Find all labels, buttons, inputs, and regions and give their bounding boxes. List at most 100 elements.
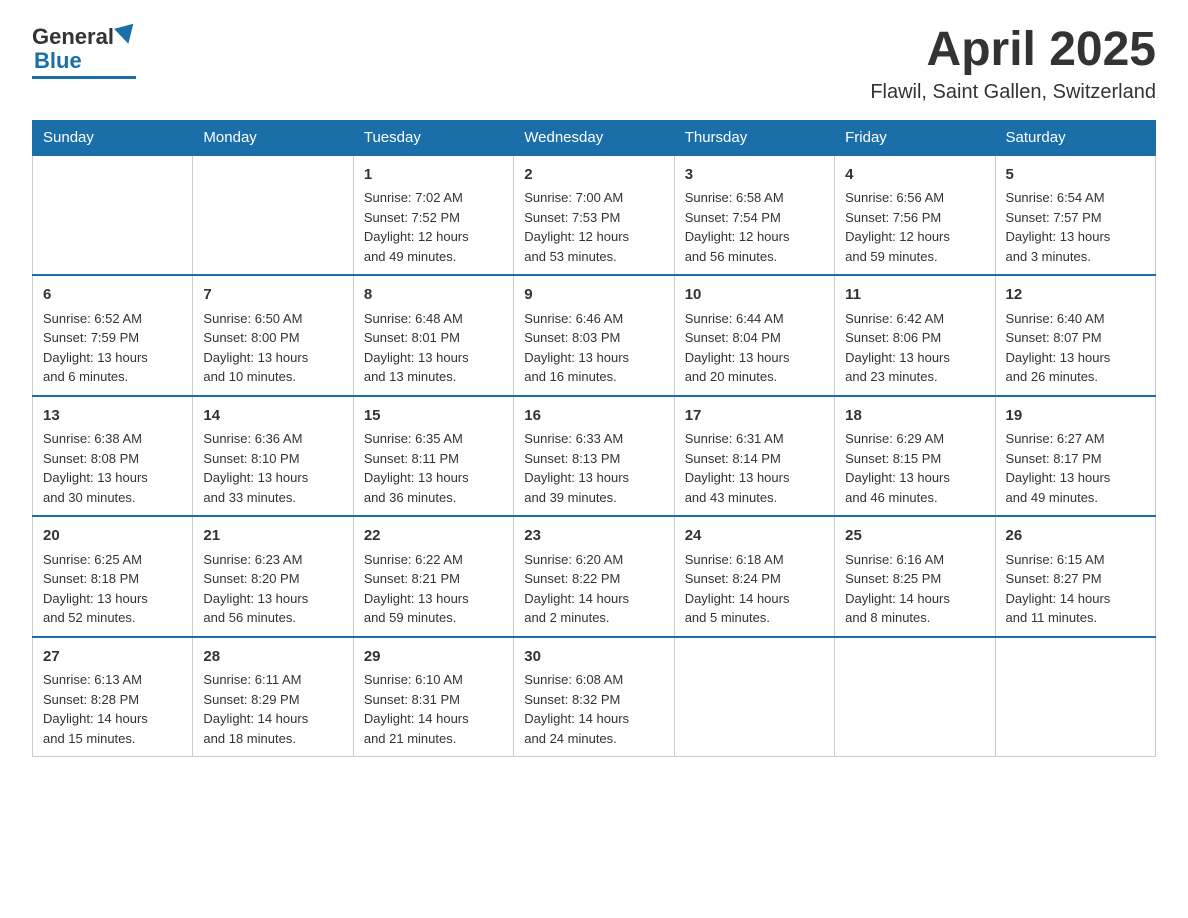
day-info: Sunrise: 6:15 AM Sunset: 8:27 PM Dayligh… [1006,550,1145,628]
logo: General Blue [32,24,136,79]
calendar-week-row: 1Sunrise: 7:02 AM Sunset: 7:52 PM Daylig… [33,155,1156,276]
day-number: 19 [1006,405,1145,428]
day-number: 6 [43,284,182,307]
day-number: 18 [845,405,984,428]
logo-triangle-icon [114,24,138,47]
day-info: Sunrise: 6:18 AM Sunset: 8:24 PM Dayligh… [685,550,824,628]
calendar-cell: 2Sunrise: 7:00 AM Sunset: 7:53 PM Daylig… [514,155,674,276]
day-number: 2 [524,164,663,187]
day-number: 3 [685,164,824,187]
calendar-cell: 8Sunrise: 6:48 AM Sunset: 8:01 PM Daylig… [353,275,513,396]
calendar-table: SundayMondayTuesdayWednesdayThursdayFrid… [32,120,1156,758]
calendar-week-row: 13Sunrise: 6:38 AM Sunset: 8:08 PM Dayli… [33,396,1156,517]
day-info: Sunrise: 6:38 AM Sunset: 8:08 PM Dayligh… [43,429,182,507]
calendar-cell: 17Sunrise: 6:31 AM Sunset: 8:14 PM Dayli… [674,396,834,517]
calendar-cell: 26Sunrise: 6:15 AM Sunset: 8:27 PM Dayli… [995,516,1155,637]
calendar-cell: 13Sunrise: 6:38 AM Sunset: 8:08 PM Dayli… [33,396,193,517]
day-info: Sunrise: 6:27 AM Sunset: 8:17 PM Dayligh… [1006,429,1145,507]
calendar-cell: 15Sunrise: 6:35 AM Sunset: 8:11 PM Dayli… [353,396,513,517]
calendar-cell: 29Sunrise: 6:10 AM Sunset: 8:31 PM Dayli… [353,637,513,757]
day-info: Sunrise: 6:16 AM Sunset: 8:25 PM Dayligh… [845,550,984,628]
calendar-cell: 30Sunrise: 6:08 AM Sunset: 8:32 PM Dayli… [514,637,674,757]
day-info: Sunrise: 7:02 AM Sunset: 7:52 PM Dayligh… [364,188,503,266]
calendar-cell [193,155,353,276]
day-number: 1 [364,164,503,187]
day-number: 17 [685,405,824,428]
calendar-cell [33,155,193,276]
calendar-cell: 24Sunrise: 6:18 AM Sunset: 8:24 PM Dayli… [674,516,834,637]
day-number: 21 [203,525,342,548]
calendar-cell: 20Sunrise: 6:25 AM Sunset: 8:18 PM Dayli… [33,516,193,637]
day-number: 23 [524,525,663,548]
day-info: Sunrise: 6:13 AM Sunset: 8:28 PM Dayligh… [43,670,182,748]
calendar-cell [674,637,834,757]
day-number: 20 [43,525,182,548]
day-info: Sunrise: 6:52 AM Sunset: 7:59 PM Dayligh… [43,309,182,387]
day-info: Sunrise: 6:23 AM Sunset: 8:20 PM Dayligh… [203,550,342,628]
day-info: Sunrise: 7:00 AM Sunset: 7:53 PM Dayligh… [524,188,663,266]
day-info: Sunrise: 6:31 AM Sunset: 8:14 PM Dayligh… [685,429,824,507]
calendar-cell: 16Sunrise: 6:33 AM Sunset: 8:13 PM Dayli… [514,396,674,517]
weekday-header-tuesday: Tuesday [353,120,513,155]
day-info: Sunrise: 6:20 AM Sunset: 8:22 PM Dayligh… [524,550,663,628]
calendar-cell: 14Sunrise: 6:36 AM Sunset: 8:10 PM Dayli… [193,396,353,517]
logo-underline [32,76,136,79]
calendar-cell: 5Sunrise: 6:54 AM Sunset: 7:57 PM Daylig… [995,155,1155,276]
calendar-cell: 9Sunrise: 6:46 AM Sunset: 8:03 PM Daylig… [514,275,674,396]
calendar-cell: 25Sunrise: 6:16 AM Sunset: 8:25 PM Dayli… [835,516,995,637]
day-number: 22 [364,525,503,548]
weekday-header-wednesday: Wednesday [514,120,674,155]
weekday-header-friday: Friday [835,120,995,155]
calendar-cell: 10Sunrise: 6:44 AM Sunset: 8:04 PM Dayli… [674,275,834,396]
day-info: Sunrise: 6:42 AM Sunset: 8:06 PM Dayligh… [845,309,984,387]
day-number: 7 [203,284,342,307]
weekday-header-sunday: Sunday [33,120,193,155]
day-number: 4 [845,164,984,187]
calendar-cell: 18Sunrise: 6:29 AM Sunset: 8:15 PM Dayli… [835,396,995,517]
day-info: Sunrise: 6:46 AM Sunset: 8:03 PM Dayligh… [524,309,663,387]
calendar-cell: 4Sunrise: 6:56 AM Sunset: 7:56 PM Daylig… [835,155,995,276]
calendar-cell: 12Sunrise: 6:40 AM Sunset: 8:07 PM Dayli… [995,275,1155,396]
logo-blue-text: Blue [34,48,82,74]
page-header: General Blue April 2025 Flawil, Saint Ga… [32,24,1156,104]
day-number: 26 [1006,525,1145,548]
day-number: 25 [845,525,984,548]
day-info: Sunrise: 6:48 AM Sunset: 8:01 PM Dayligh… [364,309,503,387]
day-info: Sunrise: 6:50 AM Sunset: 8:00 PM Dayligh… [203,309,342,387]
location-title: Flawil, Saint Gallen, Switzerland [870,81,1156,104]
logo-general-text: General [32,24,114,50]
day-info: Sunrise: 6:35 AM Sunset: 8:11 PM Dayligh… [364,429,503,507]
day-info: Sunrise: 6:58 AM Sunset: 7:54 PM Dayligh… [685,188,824,266]
day-number: 16 [524,405,663,428]
calendar-cell: 28Sunrise: 6:11 AM Sunset: 8:29 PM Dayli… [193,637,353,757]
calendar-cell: 27Sunrise: 6:13 AM Sunset: 8:28 PM Dayli… [33,637,193,757]
day-number: 24 [685,525,824,548]
day-number: 30 [524,646,663,669]
weekday-header-row: SundayMondayTuesdayWednesdayThursdayFrid… [33,120,1156,155]
day-info: Sunrise: 6:11 AM Sunset: 8:29 PM Dayligh… [203,670,342,748]
calendar-week-row: 20Sunrise: 6:25 AM Sunset: 8:18 PM Dayli… [33,516,1156,637]
calendar-cell: 23Sunrise: 6:20 AM Sunset: 8:22 PM Dayli… [514,516,674,637]
day-number: 12 [1006,284,1145,307]
day-info: Sunrise: 6:44 AM Sunset: 8:04 PM Dayligh… [685,309,824,387]
calendar-cell [835,637,995,757]
calendar-cell [995,637,1155,757]
day-number: 13 [43,405,182,428]
weekday-header-thursday: Thursday [674,120,834,155]
day-info: Sunrise: 6:56 AM Sunset: 7:56 PM Dayligh… [845,188,984,266]
calendar-week-row: 6Sunrise: 6:52 AM Sunset: 7:59 PM Daylig… [33,275,1156,396]
day-number: 27 [43,646,182,669]
weekday-header-monday: Monday [193,120,353,155]
calendar-cell: 22Sunrise: 6:22 AM Sunset: 8:21 PM Dayli… [353,516,513,637]
day-number: 11 [845,284,984,307]
day-number: 10 [685,284,824,307]
day-info: Sunrise: 6:25 AM Sunset: 8:18 PM Dayligh… [43,550,182,628]
calendar-cell: 3Sunrise: 6:58 AM Sunset: 7:54 PM Daylig… [674,155,834,276]
title-block: April 2025 Flawil, Saint Gallen, Switzer… [870,24,1156,104]
day-number: 9 [524,284,663,307]
day-info: Sunrise: 6:40 AM Sunset: 8:07 PM Dayligh… [1006,309,1145,387]
weekday-header-saturday: Saturday [995,120,1155,155]
calendar-cell: 6Sunrise: 6:52 AM Sunset: 7:59 PM Daylig… [33,275,193,396]
day-number: 5 [1006,164,1145,187]
calendar-cell: 7Sunrise: 6:50 AM Sunset: 8:00 PM Daylig… [193,275,353,396]
